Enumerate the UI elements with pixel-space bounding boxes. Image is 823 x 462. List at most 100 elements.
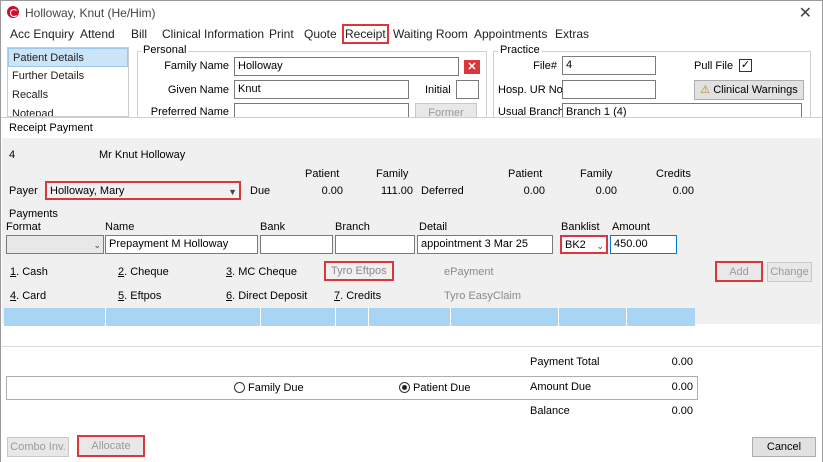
menu-appointments[interactable]: Appointments [474, 27, 547, 41]
patient-due-radio[interactable] [399, 382, 410, 393]
due-family-header: Family [376, 168, 409, 180]
method-direct-deposit-label: . Direct Deposit [232, 290, 308, 302]
file-number-field[interactable]: 4 [562, 56, 656, 75]
payer-value: Holloway, Mary [50, 185, 125, 197]
chevron-down-icon: ▼ [228, 187, 237, 197]
table-row[interactable] [4, 308, 695, 326]
menu-print[interactable]: Print [269, 27, 294, 41]
menu-quote[interactable]: Quote [304, 27, 337, 41]
given-name-field[interactable]: Knut [234, 80, 409, 99]
menu-receipt[interactable]: Receipt [342, 24, 389, 44]
col-bank: Bank [260, 221, 286, 233]
patient-name: Mr Knut Holloway [99, 149, 186, 161]
menu-clinical-information[interactable]: Clinical Information [162, 27, 264, 41]
method-cheque[interactable]: 2. Cheque [118, 266, 169, 278]
balance-label: Balance [530, 405, 570, 417]
close-icon[interactable]: ✕ [799, 3, 812, 23]
method-card-label: . Card [16, 290, 47, 302]
tyro-eftpos-link[interactable]: Tyro Eftpos [324, 261, 394, 281]
grid-divider [368, 308, 369, 326]
menu-bill[interactable]: Bill [131, 27, 147, 41]
col-format: Format [6, 221, 41, 233]
personal-group-label: Personal [141, 44, 189, 56]
patient-due-label: Patient Due [413, 382, 471, 394]
hosp-ur-field[interactable] [562, 80, 656, 99]
grid-divider [558, 308, 559, 326]
format-select[interactable]: ⌄ [6, 235, 104, 254]
initial-label: Initial [425, 84, 451, 96]
payer-select[interactable]: Holloway, Mary ▼ [45, 181, 241, 200]
name-field[interactable]: Prepayment M Holloway [105, 235, 258, 254]
nav-item-recalls[interactable]: Recalls [8, 86, 128, 105]
family-name-field[interactable]: Holloway [234, 57, 459, 76]
method-mc-cheque[interactable]: 3. MC Cheque [226, 266, 297, 278]
col-name: Name [105, 221, 135, 233]
col-branch: Branch [335, 221, 370, 233]
patient-nav: Patient Details Further Details Recalls … [7, 47, 129, 117]
menu-waiting-room[interactable]: Waiting Room [393, 27, 468, 41]
method-cash[interactable]: 1. Cash [10, 266, 48, 278]
menu-bar: Acc Enquiry Attend Bill Clinical Informa… [1, 24, 822, 45]
app-logo-icon [7, 6, 19, 18]
nav-item-notepad[interactable]: Notepad [8, 105, 128, 116]
deferred-label: Deferred [421, 185, 464, 197]
due-label: Due [250, 185, 271, 197]
due-patient-value: 0.00 [321, 185, 343, 197]
method-cash-label: . Cash [16, 266, 48, 278]
app-window: Holloway, Knut (He/Him) ✕ Acc Enquiry At… [0, 0, 823, 462]
clinical-warnings-button[interactable]: ⚠ Clinical Warnings [694, 80, 804, 100]
method-direct-deposit[interactable]: 6. Direct Deposit [226, 290, 307, 302]
detail-field[interactable]: appointment 3 Mar 25 [417, 235, 553, 254]
change-button[interactable]: Change [767, 262, 812, 282]
banklist-value: BK2 [565, 239, 586, 251]
tyro-easyclaim-link[interactable]: Tyro EasyClaim [444, 290, 521, 302]
amount-field[interactable]: 450.00 [610, 235, 677, 254]
method-credits[interactable]: 7. Credits [334, 290, 381, 302]
method-eftpos[interactable]: 5. Eftpos [118, 290, 161, 302]
menu-acc-enquiry[interactable]: Acc Enquiry [10, 27, 74, 41]
receipt-payment-dialog: Receipt Payment 4 Mr Knut Holloway Patie… [1, 117, 822, 462]
initial-field[interactable] [456, 80, 479, 99]
epayment-link[interactable]: ePayment [444, 266, 494, 278]
allocate-button[interactable]: Allocate [77, 435, 145, 457]
balance-value: 0.00 [671, 405, 693, 417]
delete-icon[interactable]: ✕ [464, 60, 480, 74]
method-cheque-label: . Cheque [124, 266, 169, 278]
patient-id: 4 [9, 149, 16, 161]
family-due-radio[interactable] [234, 382, 245, 393]
amount-due-label: Amount Due [530, 381, 592, 393]
hosp-ur-label: Hosp. UR No [498, 84, 563, 96]
warning-icon: ⚠ [700, 84, 711, 96]
family-due-label: Family Due [248, 382, 304, 394]
grid-divider [626, 308, 627, 326]
cancel-button[interactable]: Cancel [752, 437, 816, 457]
nav-item-further-details[interactable]: Further Details [8, 67, 128, 86]
payment-total-value: 0.00 [671, 356, 693, 368]
method-card[interactable]: 4. Card [10, 290, 46, 302]
payment-total-label: Payment Total [530, 356, 600, 368]
col-amount: Amount [612, 221, 650, 233]
payer-label: Payer [9, 185, 38, 197]
method-credits-label: . Credits [340, 290, 382, 302]
bank-field[interactable] [260, 235, 333, 254]
combo-inv-button[interactable]: Combo Inv. [7, 437, 69, 457]
branch-field[interactable] [335, 235, 415, 254]
chevron-down-icon: ⌄ [596, 241, 604, 251]
divider [2, 346, 821, 347]
banklist-select[interactable]: BK2 ⌄ [560, 235, 608, 254]
file-label: File# [533, 60, 557, 72]
pull-file-checkbox[interactable]: ✓ [739, 59, 752, 72]
deferred-patient-header: Patient [508, 168, 543, 180]
add-button[interactable]: Add [715, 261, 763, 282]
grid-divider [260, 308, 261, 326]
due-patient-header: Patient [305, 168, 340, 180]
chevron-down-icon: ⌄ [93, 240, 101, 250]
payments-group-label: Payments [9, 208, 58, 220]
due-family-value: 111.00 [380, 185, 413, 197]
menu-extras[interactable]: Extras [555, 27, 589, 41]
credits-header: Credits [656, 168, 691, 180]
window-title: Holloway, Knut (He/Him) [25, 6, 156, 20]
pull-file-label: Pull File [694, 60, 734, 72]
nav-item-patient-details[interactable]: Patient Details [8, 48, 128, 67]
menu-attend[interactable]: Attend [80, 27, 115, 41]
